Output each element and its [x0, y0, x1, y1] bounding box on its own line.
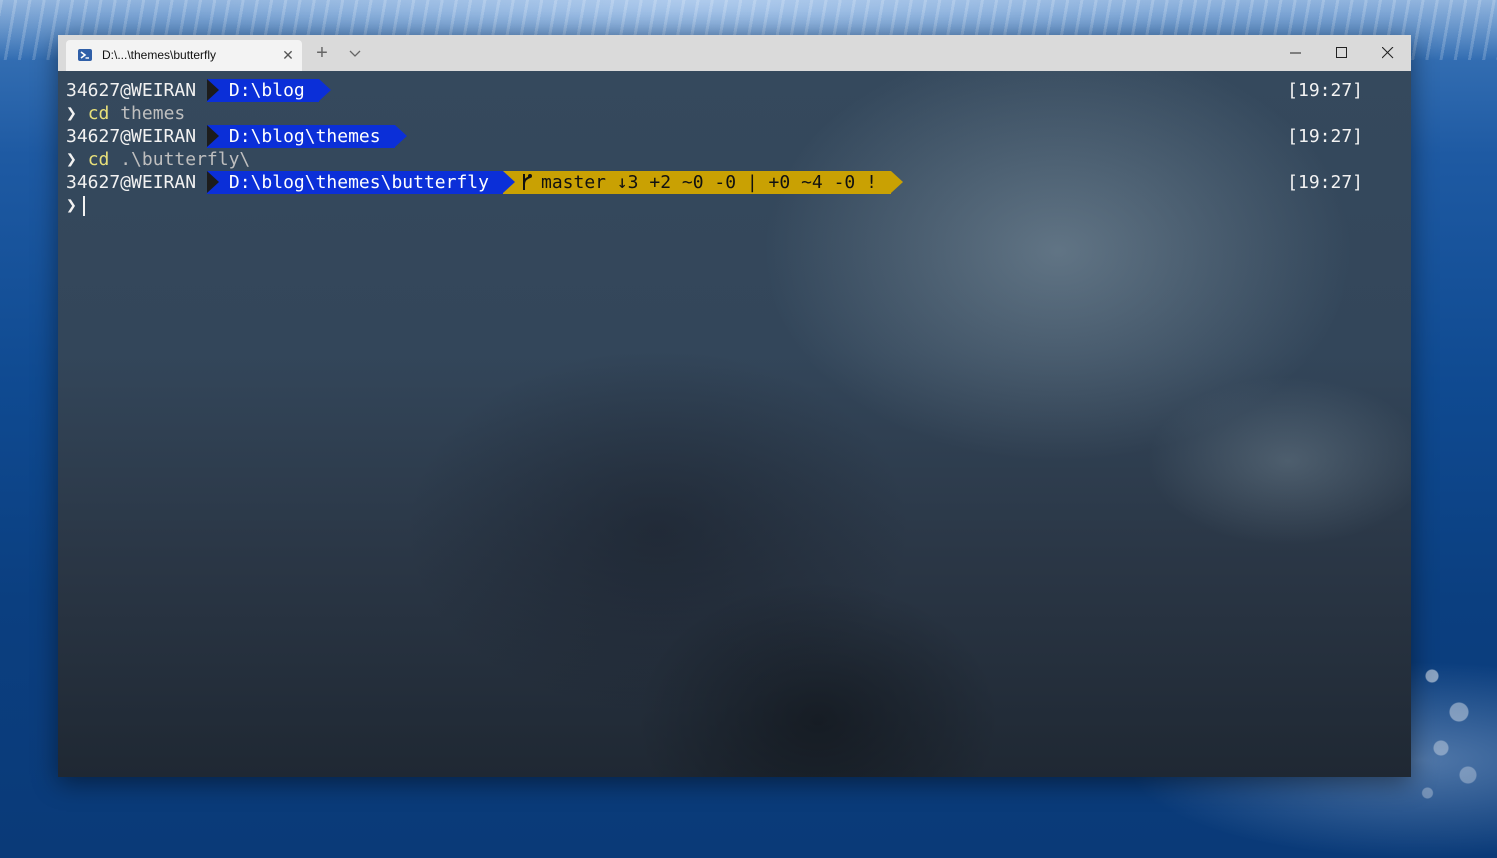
command: cd — [87, 103, 110, 124]
prompt-char: ❯ — [66, 103, 77, 124]
prompt-time: [19:27] — [1287, 80, 1363, 101]
prompt-char: ❯ — [66, 195, 77, 216]
prompt-user: 34627@WEIRAN — [66, 172, 197, 193]
prompt-line: 34627@WEIRAN D:\blog — [66, 79, 331, 102]
close-icon — [1382, 47, 1394, 59]
current-prompt-line[interactable]: ❯ — [66, 194, 85, 217]
command-line: ❯ cd themes — [66, 102, 185, 125]
git-status-segment: master ↓3 +2 ~0 -0 | +0 ~4 -0 ! — [502, 171, 903, 194]
command: cd — [87, 149, 110, 170]
command-argument: themes — [120, 103, 186, 124]
title-bar[interactable]: D:\...\themes\butterfly ✕ + — [58, 35, 1411, 71]
maximize-icon — [1336, 47, 1347, 58]
maximize-button[interactable] — [1319, 35, 1365, 71]
prompt-char: ❯ — [66, 149, 77, 170]
desktop-wallpaper-bubbles — [1405, 640, 1495, 820]
tab-active[interactable]: D:\...\themes\butterfly ✕ — [66, 40, 302, 71]
prompt-path-segment: D:\blog\themes\butterfly — [206, 171, 516, 194]
close-button[interactable] — [1365, 35, 1411, 71]
prompt-user: 34627@WEIRAN — [66, 126, 197, 147]
chevron-down-icon[interactable] — [345, 43, 365, 63]
prompt-time: [19:27] — [1287, 126, 1363, 147]
prompt-user: 34627@WEIRAN — [66, 80, 197, 101]
text-cursor — [82, 196, 85, 216]
new-tab-button[interactable]: + — [312, 43, 332, 63]
prompt-time: [19:27] — [1287, 172, 1363, 193]
prompt-path-segment: D:\blog — [206, 79, 331, 102]
terminal-window: D:\...\themes\butterfly ✕ + 34627@WEIRAN… — [58, 35, 1411, 777]
close-tab-icon[interactable]: ✕ — [280, 47, 296, 63]
git-status-text: master ↓3 +2 ~0 -0 | +0 ~4 -0 ! — [540, 172, 877, 193]
minimize-button[interactable] — [1273, 35, 1319, 71]
prompt-line: 34627@WEIRAN D:\blog\themes — [66, 125, 407, 148]
git-branch-icon — [521, 171, 535, 194]
command-argument: .\butterfly\ — [120, 149, 251, 170]
powershell-icon — [78, 49, 92, 61]
command-line: ❯ cd .\butterfly\ — [66, 148, 250, 171]
prompt-path-segment: D:\blog\themes — [206, 125, 407, 148]
prompt-line: 34627@WEIRAN D:\blog\themes\butterfly mas… — [66, 171, 903, 194]
tab-title: D:\...\themes\butterfly — [102, 48, 217, 62]
terminal-pane[interactable]: 34627@WEIRAN D:\blog [19:27] ❯ cd themes… — [58, 71, 1411, 777]
minimize-icon — [1290, 52, 1301, 54]
